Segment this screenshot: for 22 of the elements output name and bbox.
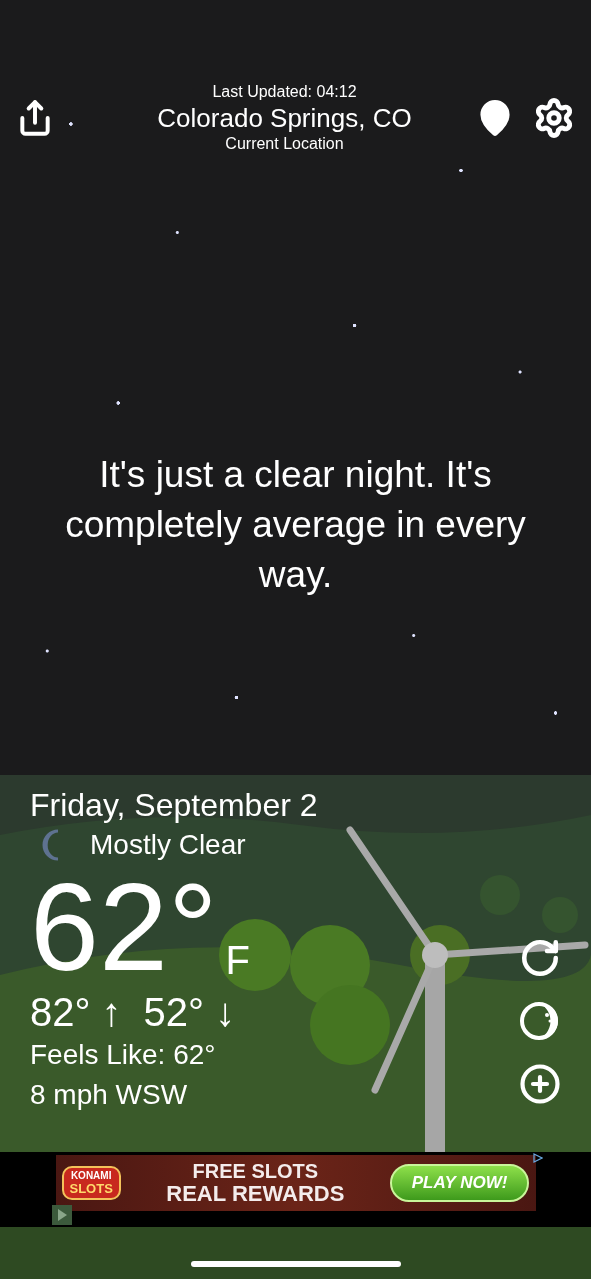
ad-headline: REAL REWARDS [166,1182,345,1205]
last-updated-text: Last Updated: 04:12 [212,82,357,102]
low-temperature: 52° ↓ [143,989,236,1035]
high-temperature: 82° ↑ [30,989,122,1035]
date-text: Friday, September 2 [30,786,318,825]
ad-choices-icon[interactable] [533,1153,543,1163]
wind-text: 8 mph WSW [30,1078,189,1112]
feels-like-text: Feels Like: 62° [30,1038,217,1072]
unit-text: F [225,937,250,984]
add-button[interactable] [519,1063,561,1105]
location-label: Current Location [225,134,344,154]
ad-headline: FREE SLOTS [192,1161,319,1182]
city-name: Colorado Springs, CO [157,102,412,134]
ad-banner[interactable]: KONAMI SLOTS FREE SLOTS REAL REWARDS PLAY NOW! [55,1155,536,1211]
play-icon [52,1205,72,1225]
condition-text: Mostly Clear [90,828,246,862]
moon-phase-button[interactable] [519,1001,561,1041]
refresh-button[interactable] [519,937,561,979]
slots-logo: KONAMI SLOTS [61,1166,121,1200]
settings-button[interactable] [533,97,575,139]
weather-message: It's just a clear night. It's completely average in every way. [64,453,527,597]
temperature-text: 62° [30,865,218,989]
